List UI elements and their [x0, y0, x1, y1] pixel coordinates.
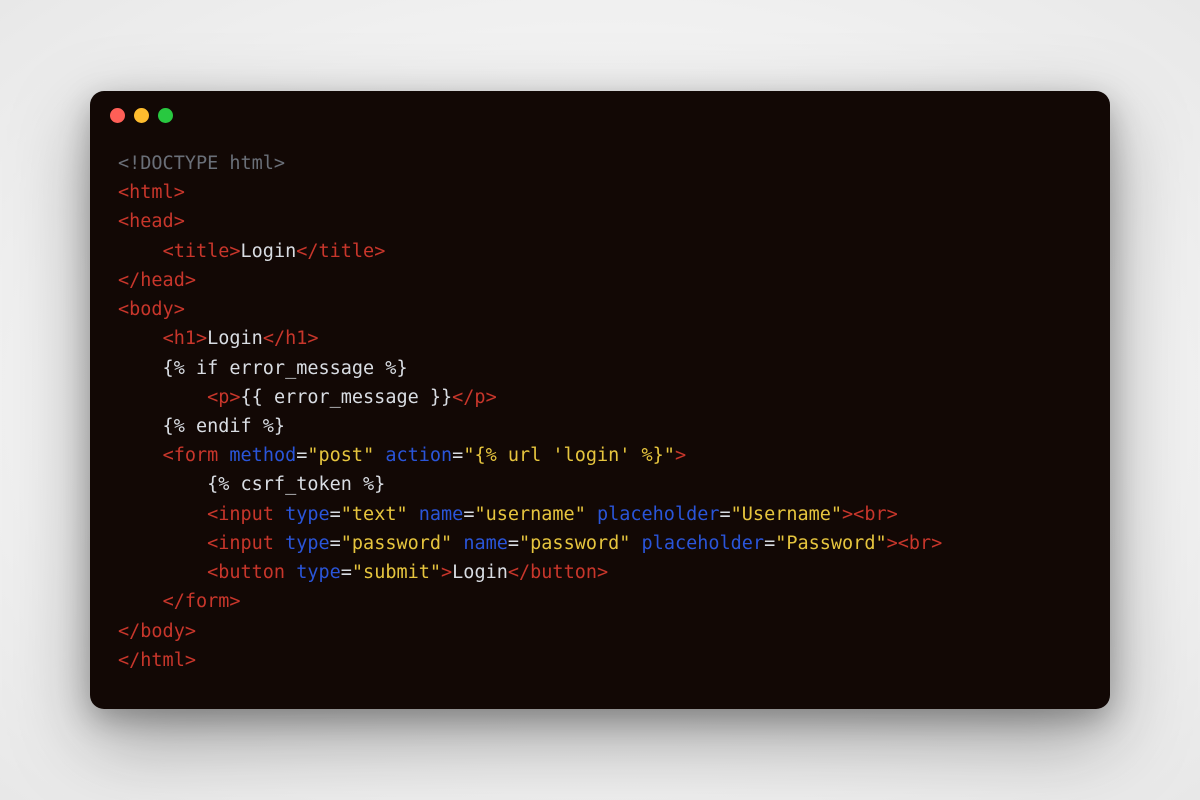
token-tag: ><br>: [887, 533, 943, 554]
token-txt: [452, 533, 463, 554]
token-tag: </head>: [118, 270, 196, 291]
token-attr: name: [463, 533, 508, 554]
token-txt: =: [330, 533, 341, 554]
token-tag: </title>: [296, 241, 385, 262]
token-tag: <h1>: [163, 328, 208, 349]
token-txt: =: [463, 504, 474, 525]
token-txt: [118, 591, 163, 612]
token-tag: <button: [207, 562, 285, 583]
token-attr: type: [296, 562, 341, 583]
token-str: "submit": [352, 562, 441, 583]
token-tag: </form>: [163, 591, 241, 612]
minimize-icon[interactable]: [134, 108, 149, 123]
token-txt: [118, 445, 163, 466]
token-attr: placeholder: [642, 533, 765, 554]
token-attr: action: [385, 445, 452, 466]
token-doctype: <!DOCTYPE html>: [118, 153, 285, 174]
token-tag: </h1>: [263, 328, 319, 349]
token-str: "text": [341, 504, 408, 525]
token-tag: </button>: [508, 562, 608, 583]
token-txt: =: [296, 445, 307, 466]
maximize-icon[interactable]: [158, 108, 173, 123]
token-tag: <html>: [118, 182, 185, 203]
token-tag: </html>: [118, 650, 196, 671]
token-txt: [408, 504, 419, 525]
token-txt: [274, 504, 285, 525]
token-tag: ><br>: [842, 504, 898, 525]
token-txt: =: [508, 533, 519, 554]
token-tag: <head>: [118, 211, 185, 232]
token-txt: =: [330, 504, 341, 525]
token-txt: [285, 562, 296, 583]
token-txt: [118, 504, 207, 525]
token-txt: =: [720, 504, 731, 525]
token-txt: [274, 533, 285, 554]
token-tag: <form: [163, 445, 219, 466]
token-attr: placeholder: [597, 504, 720, 525]
token-txt: [118, 328, 163, 349]
token-attr: method: [229, 445, 296, 466]
token-txt: {% if error_message %}: [118, 358, 408, 379]
token-txt: [218, 445, 229, 466]
titlebar: [90, 91, 1110, 139]
token-txt: Login: [241, 241, 297, 262]
token-tag: </p>: [452, 387, 497, 408]
token-str: "password": [519, 533, 630, 554]
token-attr: name: [419, 504, 464, 525]
token-str: "post": [307, 445, 374, 466]
token-txt: [118, 241, 163, 262]
token-txt: {% csrf_token %}: [118, 474, 385, 495]
token-tag: <body>: [118, 299, 185, 320]
token-str: "password": [341, 533, 452, 554]
token-txt: [118, 533, 207, 554]
token-tag: >: [675, 445, 686, 466]
token-str: "username": [474, 504, 585, 525]
token-txt: {{ error_message }}: [241, 387, 453, 408]
token-str: "{% url 'login' %}": [463, 445, 675, 466]
token-tag: <input: [207, 533, 274, 554]
token-tag: </body>: [118, 621, 196, 642]
token-txt: [586, 504, 597, 525]
token-tag: <input: [207, 504, 274, 525]
token-attr: type: [285, 533, 330, 554]
token-txt: =: [452, 445, 463, 466]
token-txt: [118, 562, 207, 583]
token-txt: [630, 533, 641, 554]
token-txt: [374, 445, 385, 466]
token-attr: type: [285, 504, 330, 525]
token-txt: {% endif %}: [118, 416, 285, 437]
token-txt: =: [764, 533, 775, 554]
token-txt: =: [341, 562, 352, 583]
token-str: "Password": [775, 533, 886, 554]
token-txt: Login: [207, 328, 263, 349]
token-tag: >: [441, 562, 452, 583]
token-txt: [118, 387, 207, 408]
token-tag: <title>: [163, 241, 241, 262]
terminal-window: <!DOCTYPE html> <html> <head> <title>Log…: [90, 91, 1110, 709]
token-str: "Username": [731, 504, 842, 525]
code-area[interactable]: <!DOCTYPE html> <html> <head> <title>Log…: [90, 139, 1110, 709]
token-tag: <p>: [207, 387, 240, 408]
token-txt: Login: [452, 562, 508, 583]
close-icon[interactable]: [110, 108, 125, 123]
